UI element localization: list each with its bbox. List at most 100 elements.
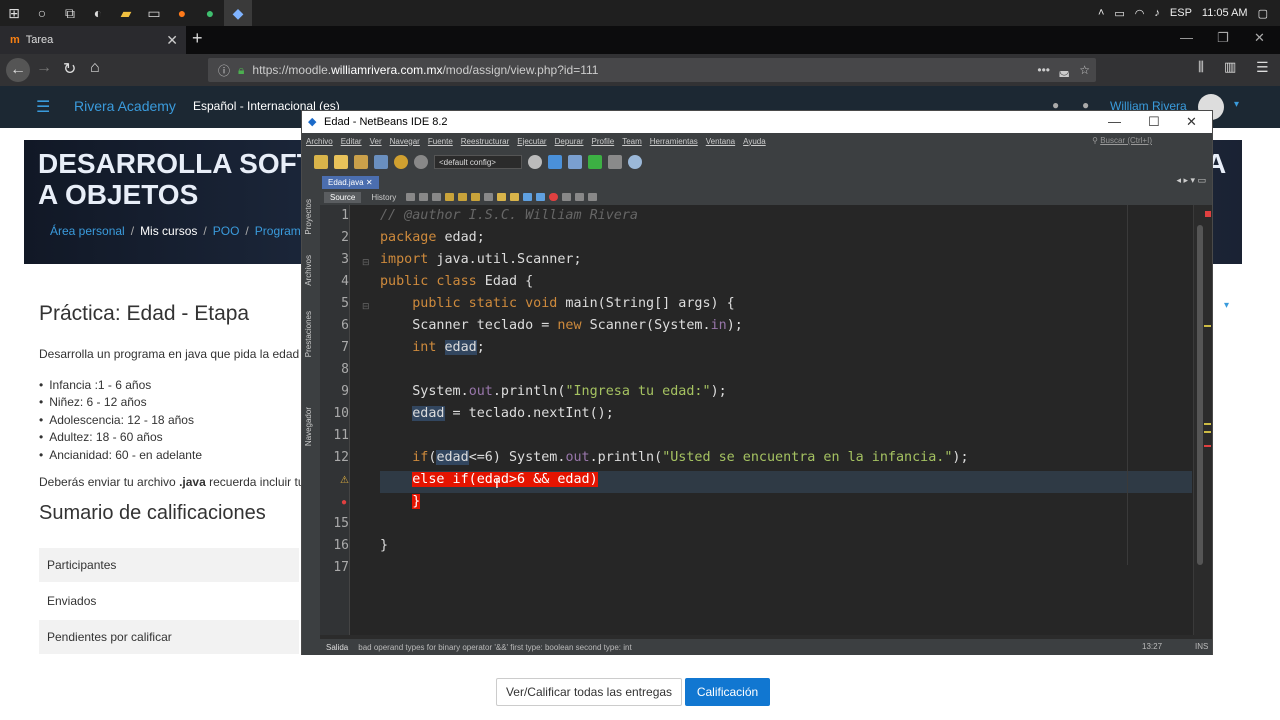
stop-macro-icon[interactable] [562, 193, 572, 201]
run-icon[interactable] [588, 155, 602, 169]
stripe-mark[interactable] [1204, 325, 1211, 327]
editor-action-icon[interactable] [471, 193, 481, 201]
menu-reestructurar[interactable]: Reestructurar [461, 137, 509, 146]
reload-button[interactable]: ↻ [63, 59, 76, 79]
build-target-icon[interactable] [528, 155, 542, 169]
warning-hint-icon[interactable]: ⚠ [340, 475, 349, 486]
fold-icon[interactable]: ⊟ [362, 257, 370, 268]
navigator-tab[interactable]: Navegador [304, 407, 313, 446]
maximize-icon[interactable]: ☐ [1148, 114, 1160, 130]
terminal-icon[interactable]: ▭ [140, 0, 168, 26]
volume-icon[interactable]: ♪ [1154, 7, 1160, 19]
config-select[interactable]: <default config> [434, 155, 522, 169]
app-green-icon[interactable]: ● [196, 0, 224, 26]
task-view-icon[interactable]: ⧉ [56, 0, 84, 26]
editor-action-icon[interactable] [510, 193, 520, 201]
code-editor[interactable]: // @author I.S.C. William Rivera package… [350, 205, 1193, 635]
page-actions-icon[interactable]: ••• [1037, 63, 1050, 77]
menu-herramientas[interactable]: Herramientas [650, 137, 698, 146]
actions-chevron-icon[interactable]: ▾ [1224, 300, 1229, 311]
editor-action-icon[interactable] [445, 193, 455, 201]
stripe-mark[interactable] [1204, 445, 1211, 447]
breadcrumb-item[interactable]: Área personal [50, 224, 125, 238]
menu-archivo[interactable]: Archivo [306, 137, 333, 146]
stripe-mark[interactable] [1204, 431, 1211, 433]
library-icon[interactable]: ⫼ [1198, 59, 1204, 75]
bookmark-star-icon[interactable]: ☆ [1079, 63, 1090, 77]
debug-icon[interactable] [608, 155, 622, 169]
services-tab[interactable]: Prestaciones [304, 311, 313, 357]
pocket-icon[interactable]: ◛ [1058, 63, 1070, 77]
minimize-icon[interactable]: — [1108, 114, 1121, 129]
app-icon[interactable]: ◐ [84, 0, 112, 26]
site-brand[interactable]: Rivera Academy [74, 98, 176, 114]
new-project-icon[interactable] [334, 155, 348, 169]
menu-navegar[interactable]: Navegar [390, 137, 420, 146]
battery-icon[interactable]: ▭ [1114, 7, 1124, 20]
editor-action-icon[interactable] [523, 193, 533, 201]
editor-action-icon[interactable] [458, 193, 468, 201]
error-stripe-icon[interactable] [1205, 211, 1211, 217]
restore-icon[interactable]: ❐ [1217, 30, 1229, 46]
menu-ejecutar[interactable]: Ejecutar [517, 137, 546, 146]
new-file-icon[interactable] [314, 155, 328, 169]
breadcrumb-item[interactable]: POO [213, 224, 240, 238]
file-tab-edad[interactable]: Edad.java ✕ [322, 176, 379, 189]
fold-icon[interactable]: ⊟ [362, 301, 370, 312]
search-input[interactable]: ⚲ Buscar (Ctrl+I) [1092, 136, 1152, 145]
editor-action-icon[interactable] [432, 193, 442, 201]
editor-scrollbar[interactable] [1193, 205, 1212, 635]
editor-action-icon[interactable] [497, 193, 507, 201]
editor-action-icon[interactable] [536, 193, 546, 201]
menu-ayuda[interactable]: Ayuda [743, 137, 766, 146]
menu-team[interactable]: Team [622, 137, 642, 146]
editor-action-icon[interactable] [575, 193, 585, 201]
menu-editar[interactable]: Editar [341, 137, 362, 146]
url-bar[interactable]: ⓘ 🔒︎ https://moodle.williamrivera.com.mx… [208, 58, 1096, 82]
open-project-icon[interactable] [354, 155, 368, 169]
editor-action-icon[interactable] [588, 193, 598, 201]
windows-start-icon[interactable]: ⊞ [0, 0, 28, 26]
minimize-icon[interactable]: — [1180, 30, 1193, 45]
breadcrumb-item[interactable]: Programa [255, 224, 308, 238]
netbeans-icon[interactable]: ◆ [224, 0, 252, 26]
projects-tab[interactable]: Proyectos [304, 199, 313, 235]
tab-history[interactable]: History [365, 192, 402, 203]
menu-depurar[interactable]: Depurar [555, 137, 584, 146]
breadcrumb-item[interactable]: Mis cursos [140, 224, 197, 238]
tab-source[interactable]: Source [324, 191, 362, 203]
lang-indicator[interactable]: ESP [1170, 7, 1192, 19]
forward-button[interactable]: → [36, 59, 52, 77]
browser-tab[interactable]: m Tarea ✕ [0, 26, 186, 54]
menu-fuente[interactable]: Fuente [428, 137, 453, 146]
record-macro-icon[interactable] [549, 193, 559, 201]
home-button[interactable]: ⌂ [90, 59, 100, 77]
folder-icon[interactable]: ▰ [112, 0, 140, 26]
firefox-icon[interactable]: ● [168, 0, 196, 26]
hamburger-menu-icon[interactable]: ☰ [36, 97, 50, 117]
stripe-mark[interactable] [1204, 423, 1211, 425]
menu-ver[interactable]: Ver [370, 137, 382, 146]
clean-build-icon[interactable] [568, 155, 582, 169]
close-window-icon[interactable]: ✕ [1254, 30, 1265, 46]
close-tab-icon[interactable]: ✕ [166, 32, 178, 49]
menu-icon[interactable]: ☰ [1256, 59, 1269, 76]
grade-button[interactable]: Calificación [685, 678, 770, 706]
build-icon[interactable] [548, 155, 562, 169]
sidebar-icon[interactable]: ▥ [1224, 59, 1236, 75]
save-all-icon[interactable] [374, 155, 388, 169]
info-icon[interactable]: ⓘ [218, 62, 230, 79]
output-tab[interactable]: Salida [326, 643, 348, 652]
new-tab-button[interactable]: + [192, 28, 203, 49]
tab-nav-icon[interactable]: ◂ ▸ ▾ ▭ [1176, 175, 1206, 186]
grade-all-submissions-button[interactable]: Ver/Calificar todas las entregas [496, 678, 682, 706]
back-button[interactable]: ← [6, 58, 30, 82]
close-window-icon[interactable]: ✕ [1186, 114, 1197, 130]
wifi-icon[interactable]: ◠ [1135, 7, 1145, 20]
redo-icon[interactable] [414, 155, 428, 169]
profile-icon[interactable] [628, 155, 642, 169]
files-tab[interactable]: Archivos [304, 255, 313, 286]
chevron-up-icon[interactable]: ˄ [1098, 7, 1104, 19]
menu-profile[interactable]: Profile [592, 137, 615, 146]
undo-icon[interactable] [394, 155, 408, 169]
